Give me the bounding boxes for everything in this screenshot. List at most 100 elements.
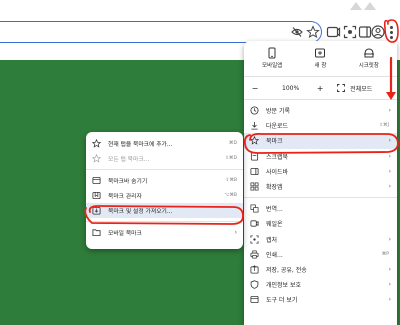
menu-dot (389, 30, 393, 34)
mobile-app-button[interactable]: 모바일앱 (250, 47, 294, 73)
menu-item-capture[interactable]: 캡처 › (244, 232, 397, 247)
menu-item-print[interactable]: 인쇄... ⌘P (244, 247, 397, 262)
star-icon (92, 154, 101, 163)
bookmark-all-tabs[interactable]: 모든 탭 북마크... ⇧⌘D (86, 151, 243, 166)
menu-item-history[interactable]: 방문 기록 › (244, 103, 397, 118)
print-icon (250, 250, 259, 259)
main-menu: 모바일앱 새 창 시크릿창 − 100% + 전체모드 방문 기록 › 다운로드… (244, 41, 397, 325)
menu-icon[interactable] (384, 22, 398, 42)
new-window-button[interactable]: 새 창 (298, 47, 342, 73)
divider (86, 169, 243, 170)
whale-on-icon (250, 220, 259, 228)
menu-item-whale-on[interactable]: 웨일온 (244, 216, 397, 231)
import-icon (92, 206, 101, 215)
menu-item-label: 도구 더 보기 (266, 297, 298, 305)
fullscreen-icon (337, 84, 346, 92)
zoom-in-button[interactable]: + (315, 84, 325, 93)
menu-item-label: 캡처 (266, 236, 278, 244)
menu-item-label: 저장, 공유, 전송 (266, 266, 307, 274)
new-window-icon (315, 48, 326, 58)
chevron-right-icon: › (388, 137, 391, 145)
menu-item-label: 스크랩북 (266, 153, 289, 161)
menu-item-scrapbook[interactable]: 스크랩북 › (244, 149, 397, 164)
chevron-right-icon: › (388, 281, 391, 289)
shortcut-text: ⌥⌘B (224, 193, 237, 198)
divider (244, 197, 397, 199)
menu-item-label: 번역... (266, 206, 283, 214)
menu-item-save-share[interactable]: 저장, 공유, 전송 › (244, 262, 397, 277)
menu-item-label: 방문 기록 (266, 108, 290, 116)
privacy-icon (250, 280, 259, 289)
scrapbook-icon (250, 152, 259, 161)
zoom-out-button[interactable]: − (250, 84, 260, 93)
chevron-right-icon: › (388, 296, 391, 304)
submenu-item-label: 모든 탭 북마크... (108, 157, 150, 163)
star-icon (92, 139, 101, 148)
fullscreen-label: 전체모드 (350, 85, 373, 93)
incognito-icon (363, 48, 374, 58)
menu-item-label: 웨일온 (266, 221, 283, 229)
divider (244, 76, 397, 77)
bookmark-manager[interactable]: 북마크 관리자 ⌥⌘B (86, 188, 243, 203)
menu-item-downloads[interactable]: 다운로드 ⇧⌘J (244, 118, 397, 133)
shortcut-text: ⇧⌘B (225, 178, 237, 183)
share-icon (250, 265, 259, 274)
mobile-icon (268, 47, 276, 59)
address-bar[interactable] (0, 21, 322, 43)
menu-dot (389, 25, 393, 29)
divider (244, 99, 397, 100)
shortcut-text: ⌘P (381, 251, 389, 257)
star-icon (250, 136, 259, 146)
zoom-level: 100% (282, 84, 300, 92)
folder-icon (92, 229, 101, 237)
tab-strip-decoration-icon (350, 2, 376, 10)
incognito-label: 시크릿창 (358, 63, 379, 69)
submenu-item-label: 북마크 관리자 (108, 194, 142, 200)
hide-bookmark-bar[interactable]: 북마크바 숨기기 ⇧⌘B (86, 173, 243, 188)
fullscreen-button[interactable]: 전체모드 (337, 84, 372, 93)
menu-item-bookmarks[interactable]: 북마크 › (244, 133, 397, 149)
translate-icon (250, 204, 259, 213)
shortcut-text: ⇧⌘D (225, 156, 237, 161)
menu-item-privacy[interactable]: 개인정보 보호 › (244, 277, 397, 292)
screenshot-icon[interactable] (342, 24, 358, 40)
menu-item-translate[interactable]: 번역... (244, 201, 397, 216)
menu-dot (389, 35, 393, 39)
download-icon (251, 122, 258, 130)
bookmark-submenu: 현재 탭을 북마크에 추가... ⌘D 모든 탭 북마크... ⇧⌘D 북마크바… (86, 132, 243, 249)
incognito-window-button[interactable]: 시크릿창 (347, 47, 391, 73)
import-bookmarks-settings[interactable]: 북마크 및 설정 가져오기... (86, 203, 243, 218)
extension-icon (250, 182, 259, 191)
new-window-label: 새 창 (314, 63, 327, 69)
add-current-tab-bookmark[interactable]: 현재 탭을 북마크에 추가... ⌘D (86, 136, 243, 151)
main-menu-quick-actions: 모바일앱 새 창 시크릿창 (244, 41, 397, 73)
chevron-right-icon: › (388, 183, 391, 191)
submenu-item-label: 북마크바 숨기기 (108, 179, 148, 185)
extension-icon[interactable] (325, 24, 341, 40)
chevron-right-icon: › (234, 229, 237, 236)
menu-item-label: 북마크 (266, 138, 283, 146)
mobile-app-label: 모바일앱 (262, 63, 283, 69)
submenu-item-label: 현재 탭을 북마크에 추가... (108, 142, 173, 148)
menu-item-label: 확장앱 (266, 184, 283, 192)
chevron-right-icon: › (388, 152, 391, 160)
divider (86, 221, 243, 222)
menu-item-label: 다운로드 (266, 123, 289, 131)
eye-off-icon[interactable] (290, 25, 304, 39)
history-icon (250, 106, 259, 115)
shortcut-text: ⌘D (229, 141, 237, 146)
zoom-row: − 100% + 전체모드 (244, 80, 397, 96)
shortcut-text: ⇧⌘J (379, 123, 389, 129)
chevron-right-icon: › (388, 107, 391, 115)
menu-item-more-tools[interactable]: 도구 더 보기 › (244, 292, 397, 307)
menu-item-label: 사이드바 (266, 168, 289, 176)
sidebar-icon (250, 167, 259, 175)
submenu-item-label: 북마크 및 설정 가져오기... (108, 209, 173, 215)
menu-item-sidebar[interactable]: 사이드바 › (244, 164, 397, 179)
menu-item-extensions[interactable]: 확장앱 › (244, 179, 397, 194)
capture-icon (250, 235, 259, 244)
star-icon[interactable] (306, 25, 320, 39)
submenu-item-label: 모바일 북마크 (108, 231, 142, 237)
tools-icon (250, 296, 259, 304)
mobile-bookmarks[interactable]: 모바일 북마크 › (86, 225, 243, 240)
